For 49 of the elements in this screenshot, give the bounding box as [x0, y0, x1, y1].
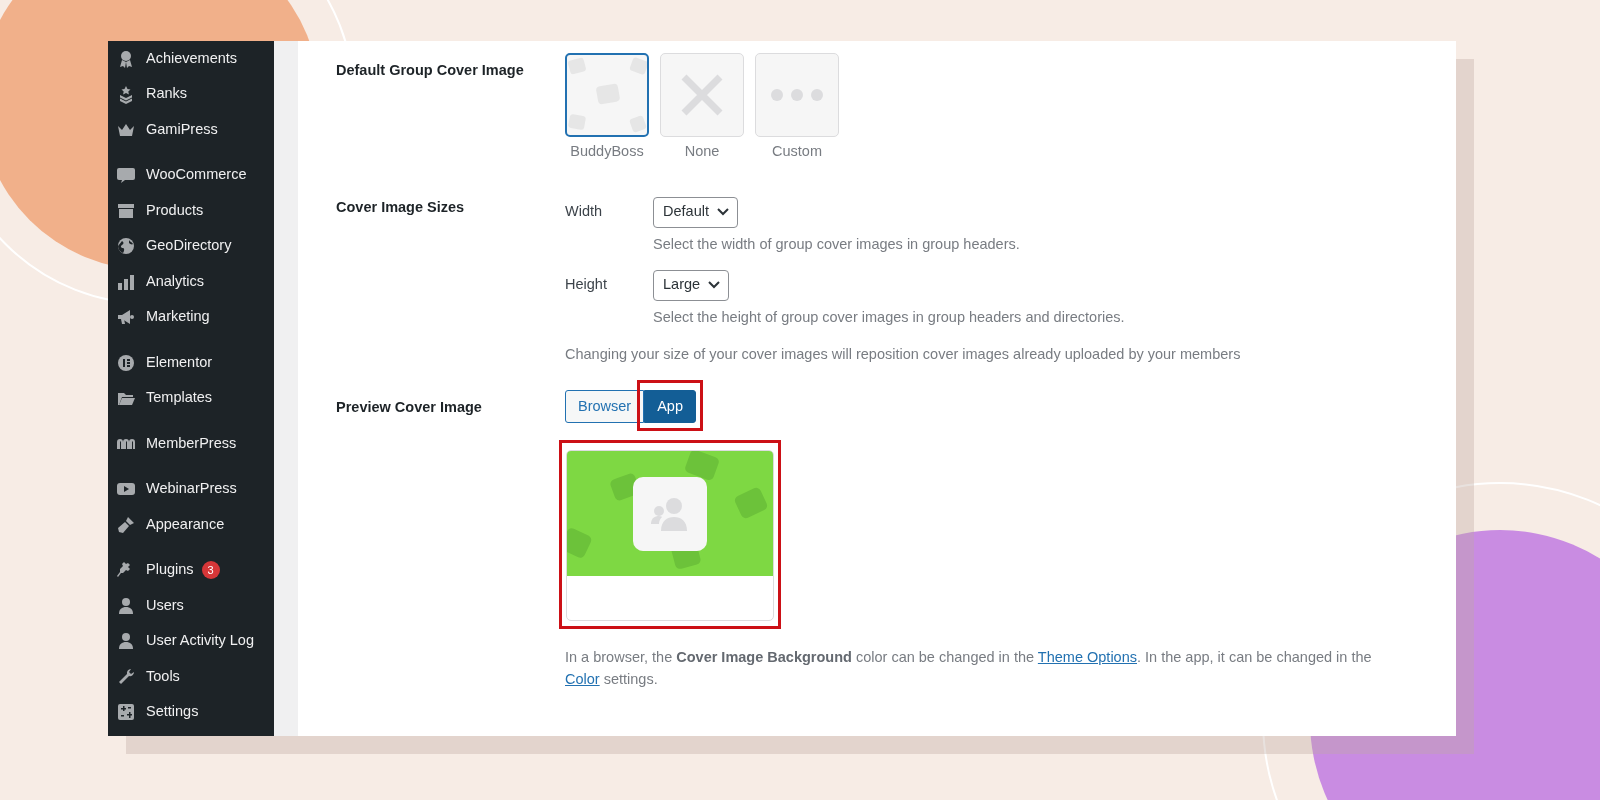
- speech-bubble-icon: [116, 165, 136, 186]
- chevron-icon: [708, 281, 721, 289]
- sidebar-item[interactable]: GamiPress: [146, 118, 218, 141]
- sidebar-item[interactable]: Templates: [146, 387, 213, 410]
- field-label: Width: [565, 202, 604, 222]
- elementor-e-icon: [116, 352, 136, 373]
- sidebar-item[interactable]: Tools: [146, 665, 180, 688]
- option-caption: None: [683, 142, 721, 161]
- sliders-icon: [116, 702, 136, 723]
- size-select[interactable]: Default: [653, 196, 738, 228]
- user-icon: [116, 595, 136, 616]
- size-note: Changing your size of your cover images will reposition cover images already uploaded by your members: [565, 345, 1242, 365]
- link[interactable]: Color: [565, 671, 600, 687]
- sidebar-item[interactable]: Settings: [146, 701, 199, 724]
- toggle-button[interactable]: App: [644, 390, 696, 423]
- sidebar-item[interactable]: Marketing: [146, 306, 210, 329]
- size-select[interactable]: Large: [653, 269, 730, 301]
- globe-icon: [116, 236, 136, 257]
- sidebar-item[interactable]: User Activity Log: [146, 630, 254, 653]
- sidebar-item[interactable]: Products: [146, 199, 204, 222]
- sidebar-item[interactable]: Achievements: [146, 47, 238, 70]
- sidebar-item[interactable]: WooCommerce: [146, 164, 247, 187]
- sidebar-item[interactable]: GeoDirectory: [146, 235, 232, 258]
- field-description: Select the width of group cover images in group headers.: [653, 234, 1021, 254]
- setting-label: Default Group Cover Image: [336, 61, 525, 80]
- option-caption: Custom: [771, 142, 823, 161]
- dots-icon: [771, 89, 823, 101]
- toggle-button[interactable]: Browser: [565, 390, 645, 423]
- group-icon: [650, 496, 690, 531]
- sidebar-item[interactable]: WebinarPress: [146, 478, 237, 501]
- setting-label: Cover Image Sizes: [336, 197, 466, 217]
- sidebar-item[interactable]: Plugins: [146, 559, 194, 582]
- sidebar-item[interactable]: Elementor: [146, 351, 213, 374]
- help-text: In a browser, the Cover Image Background color can be changed in the Theme Options. In the app, it can be changed in the Color settings.: [565, 648, 1373, 689]
- setting-label: Preview Cover Image: [336, 398, 483, 417]
- field-label: Height: [565, 275, 608, 295]
- user-icon: [116, 631, 136, 652]
- link[interactable]: Theme Options: [1037, 649, 1137, 665]
- count-badge: 3: [201, 561, 220, 580]
- chevron-icon: [716, 208, 729, 217]
- sidebar-item[interactable]: MemberPress: [146, 432, 237, 455]
- option-caption: BuddyBoss: [569, 142, 645, 161]
- field-description: Select the height of group cover images in group headers and directories.: [653, 307, 1126, 327]
- x-mark-icon: [680, 73, 724, 117]
- paintbrush-icon: [116, 514, 136, 535]
- sidebar-item[interactable]: Users: [146, 594, 184, 617]
- sidebar-item[interactable]: Analytics: [146, 270, 205, 293]
- sidebar-item[interactable]: Ranks: [146, 83, 188, 106]
- sidebar-item[interactable]: Appearance: [146, 513, 225, 536]
